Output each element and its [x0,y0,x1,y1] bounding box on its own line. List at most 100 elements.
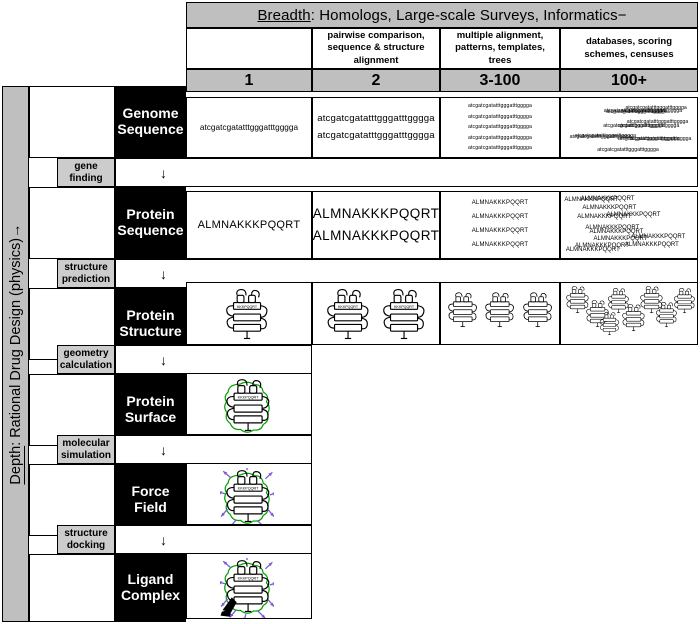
column-desc-4: databases, scoring schemes, censuses [560,28,698,69]
force-field-cell-1: KKKPQQRT [186,463,312,525]
sequence-line: atcgatcgatatttgggatttgggga [597,147,659,154]
row-spacer-ligand-complex [29,554,115,622]
sequence-line: ALMNAKKKPQQRT [589,229,644,236]
row-label-genome-sequence: Genome Sequence [115,86,186,158]
depth-axis: Depth: Rational Drug Design (physics)→ [2,86,29,622]
transition-row-molecular-simulation: ↓ [115,435,312,464]
svg-text:KKKPQQRT: KKKPQQRT [238,396,260,400]
protein-structure-cell-4 [560,282,698,345]
column-count-2: 2 [312,69,440,92]
molecule-group-2: KKKPQQRT KKKPQQRT [313,283,439,344]
genome-seq-2: atcgatcgatatttgggatttgggga atcgatcgatattt… [317,111,435,144]
molecule-forcefield-1: KKKPQQRT [187,464,311,524]
stage-label-structure-docking: structure docking [57,525,115,554]
svg-text:KKKPQQRT: KKKPQQRT [394,305,415,309]
row-spacer-protein-sequence [29,187,115,259]
molecule-group-1: KKKPQQRT [187,283,311,344]
genome-seq-4-scatter: atcgatcgatatttgggatttgggga atcgatcgatattt… [561,98,697,157]
svg-text:KKKPQQRT: KKKPQQRT [238,577,260,581]
protein-molecule-icon: KKKPQQRT [220,558,274,618]
row-label-ligand-complex: Ligand Complex [115,554,186,622]
sequence-line: atcgatcgatatttgggatttgggga [317,113,435,125]
protein-molecule-icon [523,292,552,328]
sequence-line: ALMNAKKKPQQRT [471,241,529,248]
column-desc-3: multiple alignment, patterns, templates,… [440,28,560,69]
transition-row-structure-docking: ↓ [115,525,312,554]
molecule-group-4 [561,283,697,344]
protein-seq-cell-2: ALMNAKKKPQQRT ALMNAKKKPQQRT [312,191,440,259]
sequence-line: ALMNAKKKPQQRT [471,214,529,221]
protein-molecule-icon: KKKPQQRT [327,289,369,340]
transition-row-geometry-calculation: ↓ [115,345,312,374]
molecule-group-3 [441,283,559,344]
sequence-line: atcgatcgatatttgggatttgggga [467,134,533,141]
down-arrow-icon: ↓ [160,531,167,548]
genome-cell-1: atcgatcgatatttgggatttgggga [186,97,312,158]
ligand-icon [220,597,237,617]
column-count-4: 100+ [560,69,698,92]
row-spacer-genome [29,86,115,158]
protein-seq-1: ALMNAKKKPQQRT [197,219,301,231]
molecule-ligand-1: KKKPQQRT [187,554,311,618]
figure-root: Breadth: Homologs, Large-scale Surveys, … [0,0,700,624]
row-label-protein-sequence: Protein Sequence [115,187,186,259]
stage-label-molecular-simulation: molecular simulation [57,435,115,464]
protein-molecule-icon: KKKPQQRT [224,379,270,433]
down-arrow-icon: ↓ [160,441,167,458]
genome-seq-3: atcgatcgatatttgggatttgggga atcgatcgatattt… [468,101,532,153]
column-count-3: 3-100 [440,69,560,92]
svg-text:KKKPQQRT: KKKPQQRT [237,305,258,309]
sequence-line: ALMNAKKKPQQRT [582,204,637,211]
genome-cell-4: atcgatcgatatttgggatttgggga atcgatcgatattt… [560,97,698,158]
column-desc-1 [186,28,312,69]
protein-structure-cell-3 [440,282,560,345]
sequence-line: ALMNAKKKPQQRT [580,196,635,203]
sequence-line: ALMNAKKKPQQRT [471,228,529,234]
stage-label-geometry-calculation: geometry calculation [57,345,115,374]
molecule-surface-1: KKKPQQRT [187,374,311,434]
column-desc-2: pairwise comparison, sequence & structur… [312,28,440,69]
protein-seq-2: ALMNAKKKPQQRT ALMNAKKKPQQRT [313,203,439,248]
protein-seq-cell-1: ALMNAKKKPQQRT [186,191,312,259]
sequence-line: atcgatcgatatttgggatttgggga [603,107,666,114]
depth-axis-label: Depth: Rational Drug Design (physics)→ [8,223,24,484]
protein-molecule-icon: KKKPQQRT [226,289,268,340]
breadth-title-rest: : Homologs, Large-scale Surveys, Informa… [310,6,627,24]
down-arrow-icon: ↓ [160,351,167,368]
protein-seq-cell-4: ALMNAKKKPQQRT ALMNAKKKPQQRT ALMNAKKKPQQRT A… [560,191,698,259]
ligand-complex-cell-1: KKKPQQRT [186,553,312,619]
transition-row-gene-finding: ↓ [115,158,698,187]
stage-label-gene-finding: gene finding [57,158,115,187]
sequence-line: atcgatcgatatttgggatttgggga [618,135,680,142]
depth-label-rest: : Rational Drug Design (physics)→ [7,223,24,446]
sequence-line: atcgatcgatatttgggatttgggga [467,103,533,110]
down-arrow-icon: ↓ [160,164,167,181]
sequence-line: ALMNAKKKPQQRT [606,211,661,218]
genome-seq-1: atcgatcgatatttgggatttgggga [199,123,299,132]
protein-surface-cell-1: KKKPQQRT [186,373,312,435]
breadth-title-underlined: Breadth [257,6,311,24]
protein-structure-cell-1: KKKPQQRT [186,282,312,345]
depth-label-underlined: Depth [7,445,24,485]
protein-structure-cell-2: KKKPQQRT KKKPQQRT [312,282,440,345]
sequence-line: ALMNAKKKPQQRT [312,228,440,243]
sequence-line: ALMNAKKKPQQRT [471,200,529,207]
protein-seq-cell-3: ALMNAKKKPQQRT ALMNAKKKPQQRT ALMNAKKKPQQRT A… [440,191,560,259]
sequence-line: atcgatcgatatttgggatttgggga [467,124,533,131]
breadth-title-bar: Breadth: Homologs, Large-scale Surveys, … [186,2,698,28]
sequence-line: ALMNAKKKPQQRT [624,242,679,249]
svg-text:KKKPQQRT: KKKPQQRT [238,487,260,491]
sequence-line: atcgatcgatatttgggatttgggga [467,145,533,152]
protein-molecule-icon [674,288,695,314]
protein-molecule-icon: KKKPQQRT [220,468,274,524]
column-count-1: 1 [186,69,312,92]
sequence-line: ALMNAKKKPQQRT [312,205,440,221]
sequence-line: ALMNAKKKPQQRT [593,236,648,243]
protein-seq-3: ALMNAKKKPQQRT ALMNAKKKPQQRT ALMNAKKKPQQRT A… [472,197,529,252]
down-arrow-icon: ↓ [160,265,167,282]
protein-molecule-icon [448,292,477,328]
sequence-line: atcgatcgatatttgggatttgggga [467,113,533,120]
sequence-line: atcgatcgatatttgggatttgggga [603,123,665,130]
protein-seq-4-scatter: ALMNAKKKPQQRT ALMNAKKKPQQRT ALMNAKKKPQQRT A… [561,192,697,258]
breadth-title: Breadth: Homologs, Large-scale Surveys, … [257,7,626,24]
